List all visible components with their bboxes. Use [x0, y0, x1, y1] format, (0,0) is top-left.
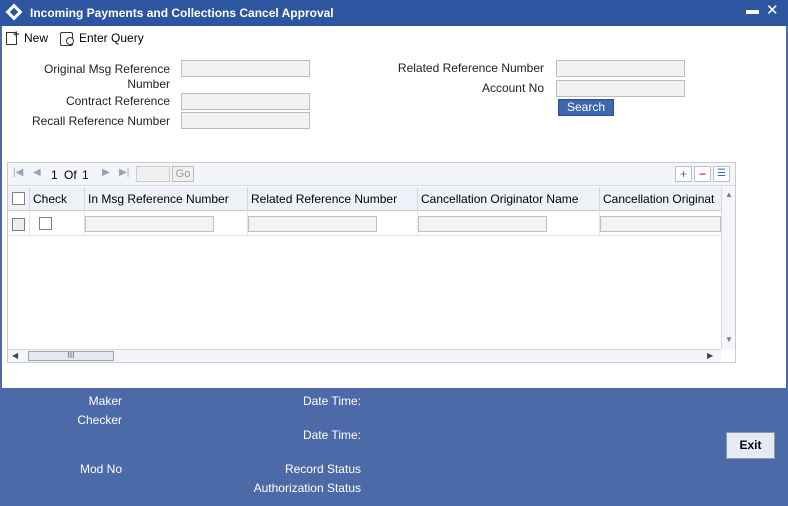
checker-date-time-label: Date Time:	[302, 428, 361, 442]
main-content: New Enter Query Original Msg Reference N…	[2, 26, 786, 388]
account-no-input[interactable]	[556, 80, 685, 97]
grid-header: Check In Msg Reference Number Related Re…	[8, 187, 721, 211]
page-total: 1	[82, 168, 89, 182]
row-select-checkbox[interactable]	[12, 218, 25, 231]
column-header-in-msg-ref[interactable]: In Msg Reference Number	[85, 187, 248, 211]
enter-query-icon	[59, 31, 75, 46]
column-header-related-ref[interactable]: Related Reference Number	[248, 187, 418, 211]
recall-ref-input[interactable]	[181, 112, 310, 129]
original-msg-ref-label: Original Msg Reference Number	[12, 62, 170, 92]
scroll-up-icon[interactable]: ▲	[725, 190, 733, 199]
row-cancel-originator-cell	[600, 212, 721, 236]
previous-page-icon[interactable]: ◀	[33, 167, 41, 178]
window-diamond-icon	[5, 3, 23, 21]
scroll-down-icon[interactable]: ▼	[725, 335, 733, 344]
checker-label: Checker	[77, 413, 122, 427]
row-cancel-originator-input[interactable]	[600, 216, 721, 232]
select-all-cell	[8, 187, 30, 211]
first-page-icon[interactable]: |◀	[13, 167, 23, 178]
mod-no-label: Mod No	[79, 462, 122, 476]
go-button[interactable]: Go	[172, 166, 194, 182]
record-status-label: Record Status	[284, 462, 361, 476]
enter-query-button-label: Enter Query	[79, 31, 144, 45]
account-no-label: Account No	[481, 81, 544, 95]
page-number-input[interactable]	[136, 166, 170, 182]
page-of-label: Of	[64, 168, 77, 182]
related-ref-input[interactable]	[556, 60, 685, 77]
scroll-left-icon[interactable]: ◀	[12, 351, 18, 360]
row-in-msg-ref-cell	[85, 212, 248, 236]
grid-vertical-scrollbar[interactable]: ▲ ▼	[721, 187, 735, 349]
new-button[interactable]: New	[4, 29, 48, 47]
row-related-ref-input[interactable]	[248, 216, 377, 232]
grid-horizontal-scrollbar[interactable]: ◀ III ▶	[8, 349, 721, 362]
column-header-cancel-originator[interactable]: Cancellation Originat	[600, 187, 721, 211]
maker-date-time-label: Date Time:	[302, 394, 361, 408]
new-document-icon	[4, 29, 20, 45]
contract-ref-label: Contract Reference	[65, 94, 170, 108]
row-related-ref-cell	[248, 212, 418, 236]
authorization-status-label: Authorization Status	[253, 481, 361, 495]
window-title-bar: Incoming Payments and Collections Cancel…	[0, 0, 788, 26]
new-button-label: New	[24, 31, 49, 45]
audit-footer: Maker Checker Mod No Date Time: Date Tim…	[0, 388, 788, 506]
recall-ref-label: Recall Reference Number	[31, 114, 170, 128]
single-view-icon[interactable]: ☰	[713, 166, 730, 182]
row-select-cell	[8, 212, 30, 236]
delete-row-icon[interactable]: −	[694, 166, 711, 182]
results-grid: |◀ ◀ 1 Of 1 ▶ ▶| Go + − ☰ Check In Msg R…	[7, 162, 736, 363]
select-all-checkbox[interactable]	[12, 192, 25, 205]
scroll-right-icon[interactable]: ▶	[707, 351, 713, 360]
contract-ref-input[interactable]	[181, 93, 310, 110]
table-row	[8, 212, 721, 236]
original-msg-ref-input[interactable]	[181, 60, 310, 77]
row-in-msg-ref-input[interactable]	[85, 216, 214, 232]
column-header-cancel-originator-name[interactable]: Cancellation Originator Name	[418, 187, 600, 211]
last-page-icon[interactable]: ▶|	[119, 167, 129, 178]
row-cancel-originator-name-input[interactable]	[418, 216, 547, 232]
enter-query-button[interactable]: Enter Query	[59, 29, 144, 47]
column-header-check[interactable]: Check	[30, 187, 85, 211]
page-current: 1	[51, 168, 58, 182]
original-msg-ref-label-line2: Number	[127, 77, 170, 91]
toolbar: New Enter Query	[2, 26, 786, 51]
maker-label: Maker	[88, 394, 122, 408]
row-check-cell	[30, 212, 85, 236]
close-icon[interactable]: ✕	[766, 1, 779, 19]
original-msg-ref-label-line1: Original Msg Reference	[43, 62, 170, 76]
exit-button[interactable]: Exit	[726, 432, 775, 459]
search-button[interactable]: Search	[558, 99, 614, 116]
next-page-icon[interactable]: ▶	[102, 167, 110, 178]
grid-pager: |◀ ◀ 1 Of 1 ▶ ▶| Go + − ☰	[8, 163, 735, 186]
related-ref-label: Related Reference Number	[397, 61, 544, 75]
add-row-icon[interactable]: +	[675, 166, 692, 182]
scroll-thumb[interactable]: III	[28, 351, 114, 361]
row-cancel-originator-name-cell	[418, 212, 600, 236]
window-title: Incoming Payments and Collections Cancel…	[30, 6, 334, 20]
minimize-icon[interactable]: ▬	[746, 2, 759, 17]
row-check-checkbox[interactable]	[39, 217, 52, 230]
